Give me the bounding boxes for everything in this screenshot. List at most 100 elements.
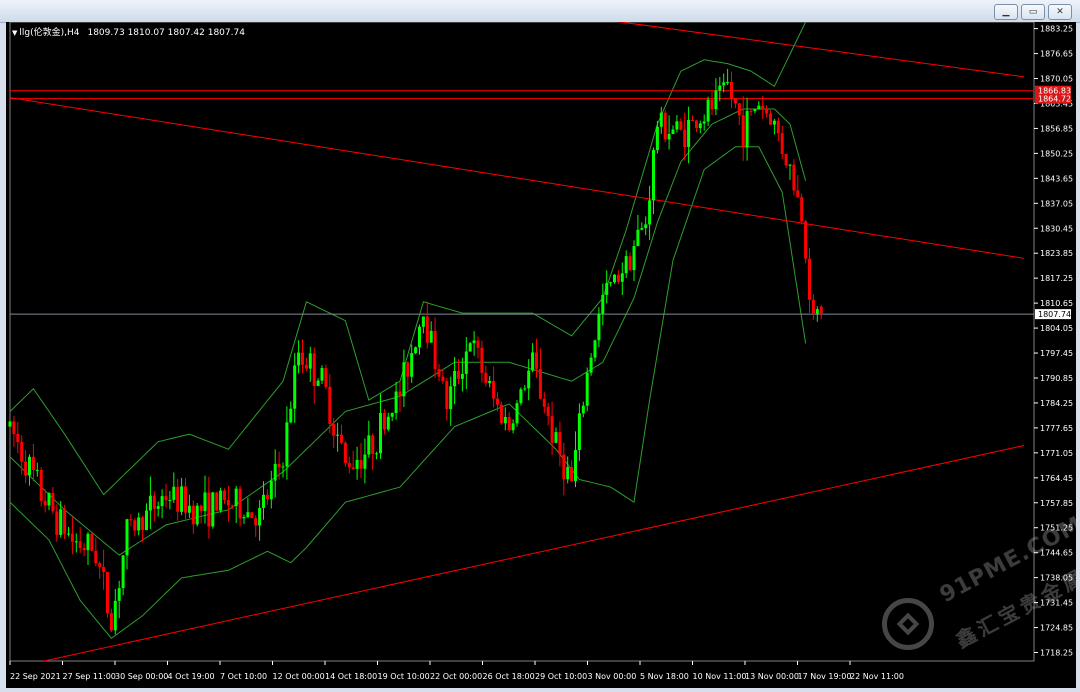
candle-bear bbox=[191, 505, 195, 525]
candle-bear bbox=[20, 442, 24, 462]
candle-bull bbox=[125, 519, 129, 556]
candle-bull bbox=[418, 326, 421, 348]
candle-bear bbox=[765, 109, 769, 114]
candle-bear bbox=[152, 495, 156, 509]
candle-bear bbox=[570, 467, 574, 482]
y-tick-label: 1837.05 bbox=[1040, 199, 1073, 208]
candle-bull bbox=[659, 112, 663, 127]
candle-bear bbox=[492, 380, 496, 399]
candle-bear bbox=[250, 512, 254, 519]
candle-bear bbox=[546, 406, 550, 417]
candle-bear bbox=[663, 112, 667, 140]
y-tick-label: 1718.25 bbox=[1040, 648, 1073, 657]
candle-bear bbox=[133, 520, 137, 531]
candle-bear bbox=[819, 306, 823, 315]
candle-bear bbox=[215, 492, 219, 511]
candle-bull bbox=[269, 480, 273, 500]
candle-bull bbox=[613, 274, 616, 283]
candle-bull bbox=[320, 368, 324, 381]
candle-bear bbox=[800, 197, 804, 222]
x-tick-label: 13 Nov 00:00 bbox=[745, 672, 799, 681]
candle-bear bbox=[70, 533, 74, 542]
x-tick-label: 22 Nov 11:00 bbox=[850, 672, 904, 681]
candle-bull bbox=[722, 82, 726, 86]
candle-bull bbox=[410, 353, 414, 377]
x-tick-label: 17 Nov 19:00 bbox=[798, 672, 852, 681]
x-tick-label: 27 Sep 11:00 bbox=[63, 672, 116, 681]
candle-bear bbox=[730, 81, 733, 99]
candle-bull bbox=[745, 110, 749, 148]
candle-bear bbox=[425, 316, 429, 343]
candle-bull bbox=[86, 533, 90, 551]
candle-bull bbox=[414, 347, 418, 354]
candle-bull bbox=[624, 256, 628, 274]
close-button[interactable]: ✕ bbox=[1048, 4, 1072, 20]
candle-bear bbox=[12, 421, 16, 434]
candle-bear bbox=[265, 494, 269, 500]
candle-bull bbox=[59, 509, 63, 535]
y-tick-label: 1757.85 bbox=[1040, 499, 1073, 508]
candle-bull bbox=[285, 422, 289, 467]
candle-bull bbox=[219, 490, 223, 511]
caption-menu-icon[interactable]: ▼ bbox=[12, 29, 17, 37]
candle-bull bbox=[577, 413, 581, 451]
candle-bull bbox=[753, 109, 757, 112]
candle-bear bbox=[199, 505, 203, 512]
candle-bull bbox=[281, 466, 285, 468]
candle-bear bbox=[31, 456, 35, 471]
minimize-button[interactable]: ▁ bbox=[994, 4, 1018, 20]
candle-bull bbox=[675, 121, 679, 130]
candle-bull bbox=[632, 246, 636, 271]
candle-bull bbox=[652, 150, 655, 201]
candle-bear bbox=[499, 404, 503, 424]
chart-caption: ▼ llg(伦敦金),H4 1809.73 1810.07 1807.42 1807… bbox=[12, 25, 245, 38]
restore-button[interactable]: ▭ bbox=[1021, 4, 1045, 20]
candle-bear bbox=[223, 490, 226, 500]
candle-bear bbox=[398, 391, 402, 397]
candle-bull bbox=[67, 533, 70, 535]
candle-bear bbox=[679, 121, 683, 130]
candle-bear bbox=[106, 572, 109, 614]
candle-bear bbox=[550, 416, 554, 443]
candle-bull bbox=[609, 282, 613, 284]
candle-bull bbox=[121, 555, 125, 589]
y-tick-label: 1724.85 bbox=[1040, 624, 1073, 633]
candle-bear bbox=[507, 416, 511, 431]
x-tick-label: 14 Oct 18:00 bbox=[325, 672, 377, 681]
candle-bull bbox=[421, 316, 425, 327]
candle-bull bbox=[28, 456, 31, 476]
candle-bear bbox=[445, 381, 449, 410]
candle-bull bbox=[172, 486, 176, 500]
candle-bear bbox=[359, 459, 363, 469]
candle-bull bbox=[718, 85, 722, 91]
candle-bear bbox=[710, 99, 714, 110]
candle-bull bbox=[527, 370, 531, 389]
candle-bear bbox=[441, 376, 445, 382]
candle-bull bbox=[698, 123, 702, 129]
candle-bull bbox=[117, 588, 121, 601]
candle-bear bbox=[480, 347, 484, 373]
middle-trend-line bbox=[10, 97, 1025, 259]
candle-bear bbox=[776, 120, 780, 134]
candle-bear bbox=[628, 256, 632, 271]
chart-window[interactable]: 1883.25 1876.65 1870.05 1863.45 1856.85 1850.… bbox=[6, 22, 1076, 688]
candle-bear bbox=[176, 486, 180, 512]
plot-frame bbox=[9, 22, 1035, 662]
price-chart[interactable]: 1883.251876.651870.051863.451856.851850.… bbox=[6, 22, 1076, 688]
candle-bull bbox=[35, 469, 39, 471]
candle-bear bbox=[691, 120, 694, 122]
y-tick-label: 1870.05 bbox=[1040, 75, 1073, 84]
candle-bull bbox=[523, 388, 527, 390]
candle-bear bbox=[94, 550, 98, 564]
candle-bull bbox=[648, 200, 652, 225]
candle-bear bbox=[230, 505, 234, 507]
candle-bear bbox=[109, 613, 113, 631]
y-tick-label: 1843.65 bbox=[1040, 174, 1073, 183]
candle-bull bbox=[757, 105, 761, 110]
candle-bull bbox=[390, 412, 394, 417]
candle-bear bbox=[324, 368, 328, 387]
candle-bear bbox=[82, 547, 86, 551]
candle-bull bbox=[429, 330, 433, 343]
candle-bear bbox=[457, 370, 460, 379]
candle-bull bbox=[453, 370, 457, 387]
